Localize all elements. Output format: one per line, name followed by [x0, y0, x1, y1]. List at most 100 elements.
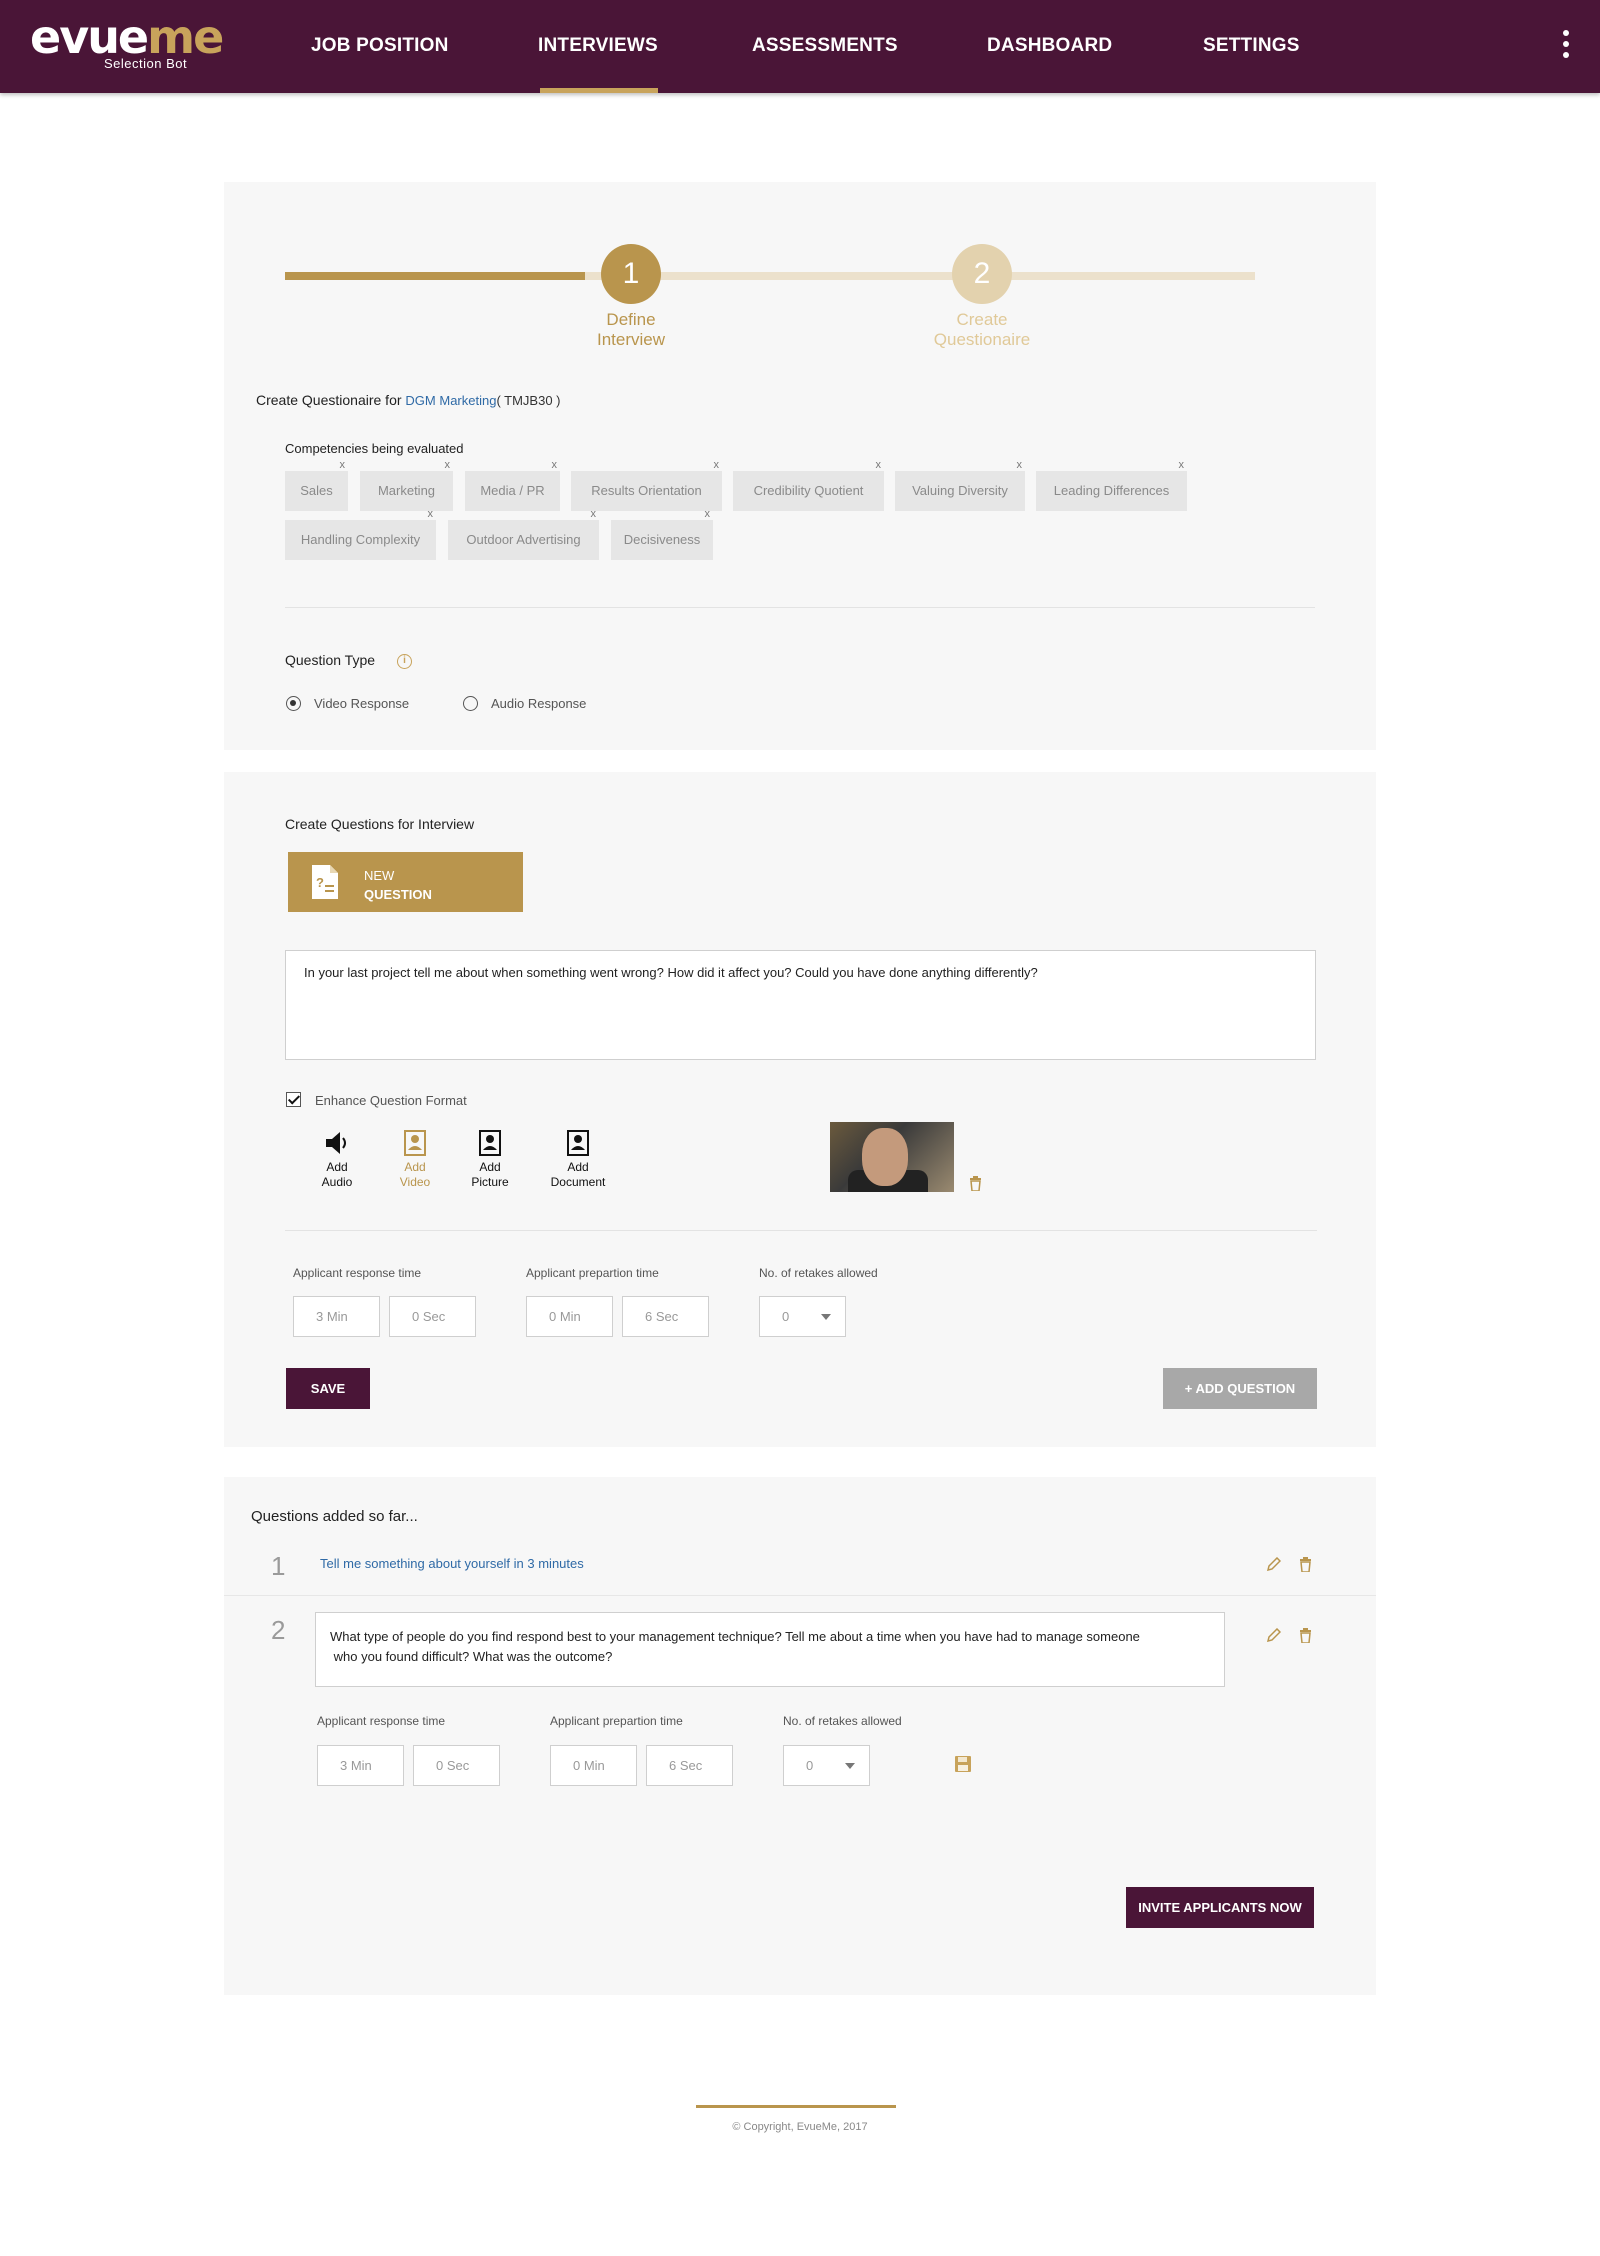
response-time-label: Applicant response time — [293, 1266, 422, 1280]
delete-icon[interactable] — [1299, 1628, 1312, 1643]
prep-seconds-input[interactable]: 6 Sec — [622, 1296, 709, 1337]
edit-icon[interactable] — [1267, 1557, 1281, 1571]
edit-icon[interactable] — [1267, 1628, 1281, 1642]
remove-tag-icon[interactable]: x — [705, 507, 711, 521]
remove-tag-icon[interactable]: x — [876, 458, 882, 472]
stepper-remaining-line — [585, 272, 1255, 280]
logo-subtitle: Selection Bot — [104, 56, 188, 71]
competency-tag[interactable]: Results Orientation x — [571, 459, 722, 511]
create-questions-title: Create Questions for Interview — [285, 816, 475, 832]
question-type-label: Question Type — [285, 652, 376, 668]
added-questions-title: Questions added so far... — [251, 1508, 418, 1525]
nav-dashboard[interactable]: DASHBOARD — [987, 0, 1112, 93]
section-divider — [285, 607, 1315, 608]
retakes-label: No. of retakes allowed — [783, 1714, 902, 1728]
add-document-button[interactable]: Add Document — [542, 1130, 614, 1190]
remove-tag-icon[interactable]: x — [428, 507, 434, 521]
question-textarea[interactable]: In your last project tell me about when … — [285, 950, 1316, 1060]
remove-tag-icon[interactable]: x — [714, 458, 720, 472]
create-questions-panel: Create Questions for Interview ? NEW QUE… — [224, 772, 1376, 1447]
step-1-circle[interactable]: 1 — [601, 244, 661, 304]
question-document-icon: ? — [312, 865, 338, 899]
question-number: 2 — [271, 1615, 286, 1645]
add-picture-button[interactable]: Add Picture — [462, 1130, 518, 1190]
evueme-logo[interactable]: evueme Selection Bot — [30, 10, 224, 74]
step-2-label[interactable]: Create Questionaire — [902, 310, 1062, 350]
company-link[interactable]: DGM Marketing — [405, 393, 496, 408]
enhance-format-checkbox[interactable] — [286, 1092, 301, 1107]
video-contact-icon — [404, 1130, 426, 1156]
chevron-down-icon — [821, 1314, 831, 1320]
competency-tag[interactable]: Outdoor Advertising x — [448, 508, 599, 560]
footer-divider — [696, 2105, 896, 2108]
add-audio-button[interactable]: Add Audio — [312, 1130, 362, 1190]
document-contact-icon — [567, 1130, 589, 1156]
retakes-select[interactable]: 0 — [783, 1745, 870, 1786]
remove-tag-icon[interactable]: x — [340, 458, 346, 472]
delete-media-icon[interactable] — [969, 1176, 982, 1191]
competency-tag[interactable]: Sales x — [285, 459, 348, 511]
remove-tag-icon[interactable]: x — [445, 458, 451, 472]
nav-interviews[interactable]: INTERVIEWS — [538, 0, 658, 93]
response-minutes-input[interactable]: 3 Min — [293, 1296, 380, 1337]
remove-tag-icon[interactable]: x — [591, 507, 597, 521]
step-1-label[interactable]: Define Interview — [551, 310, 711, 350]
questionnaire-heading: Create Questionaire for DGM Marketing( T… — [256, 392, 561, 408]
nav-job-position[interactable]: JOB POSITION — [311, 0, 449, 93]
competency-tag[interactable]: Handling Complexity x — [285, 508, 436, 560]
competency-tag[interactable]: Valuing Diversity x — [895, 459, 1025, 511]
remove-tag-icon[interactable]: x — [1179, 458, 1185, 472]
define-interview-panel: 1 2 Define Interview Create Questionaire… — [224, 182, 1376, 750]
added-questions-panel: Questions added so far... 1 Tell me some… — [224, 1477, 1376, 1995]
add-video-button[interactable]: Add Video — [390, 1130, 440, 1190]
delete-icon[interactable] — [1299, 1557, 1312, 1572]
prep-seconds-input[interactable]: 6 Sec — [646, 1745, 733, 1786]
audio-response-label[interactable]: Audio Response — [491, 696, 586, 711]
prep-time-label: Applicant prepartion time — [526, 1266, 659, 1280]
info-icon[interactable]: i — [397, 654, 412, 669]
competency-tag[interactable]: Marketing x — [360, 459, 453, 511]
nav-settings[interactable]: SETTINGS — [1203, 0, 1300, 93]
copyright-text: © Copyright, EvueMe, 2017 — [732, 2121, 868, 2133]
invite-applicants-button[interactable]: INVITE APPLICANTS NOW — [1126, 1887, 1314, 1928]
nav-assessments[interactable]: ASSESSMENTS — [752, 0, 898, 93]
prep-minutes-input[interactable]: 0 Min — [526, 1296, 613, 1337]
step-2-circle[interactable]: 2 — [952, 244, 1012, 304]
competency-tag[interactable]: Credibility Quotient x — [733, 459, 884, 511]
top-navbar: evueme Selection Bot JOB POSITION INTERV… — [0, 0, 1600, 93]
response-seconds-input[interactable]: 0 Sec — [413, 1745, 500, 1786]
question-1-text[interactable]: Tell me something about yourself in 3 mi… — [320, 1556, 584, 1571]
remove-tag-icon[interactable]: x — [1017, 458, 1023, 472]
audio-response-radio[interactable] — [463, 696, 478, 711]
response-minutes-input[interactable]: 3 Min — [317, 1745, 404, 1786]
prep-minutes-input[interactable]: 0 Min — [550, 1745, 637, 1786]
section-divider — [285, 1230, 1317, 1231]
svg-text:?: ? — [316, 875, 324, 890]
question-number: 1 — [271, 1551, 286, 1581]
speaker-icon — [326, 1132, 346, 1154]
new-question-line1: NEW — [364, 868, 395, 883]
video-response-radio[interactable] — [286, 696, 301, 711]
response-seconds-input[interactable]: 0 Sec — [389, 1296, 476, 1337]
retakes-select[interactable]: 0 — [759, 1296, 846, 1337]
competency-tag[interactable]: Decisiveness x — [611, 508, 713, 560]
new-question-line2: QUESTION — [364, 887, 432, 902]
competency-tag[interactable]: Leading Differences x — [1036, 459, 1187, 511]
remove-tag-icon[interactable]: x — [552, 458, 558, 472]
competencies-title: Competencies being evaluated — [285, 441, 464, 456]
competency-tag[interactable]: Media / PR x — [465, 459, 560, 511]
more-menu-icon[interactable] — [1560, 30, 1572, 64]
job-code: ( TMJB30 ) — [496, 393, 561, 408]
question-separator — [224, 1595, 1376, 1596]
new-question-button[interactable]: ? NEW QUESTION — [288, 852, 523, 912]
enhance-format-label[interactable]: Enhance Question Format — [315, 1093, 467, 1108]
picture-contact-icon — [479, 1130, 501, 1156]
video-response-label[interactable]: Video Response — [314, 696, 409, 711]
question-2-textarea[interactable]: What type of people do you find respond … — [315, 1612, 1225, 1687]
add-question-button[interactable]: + ADD QUESTION — [1163, 1368, 1317, 1409]
video-thumbnail[interactable] — [830, 1122, 954, 1192]
prep-time-label: Applicant prepartion time — [550, 1714, 683, 1728]
chevron-down-icon — [845, 1763, 855, 1769]
save-button[interactable]: SAVE — [286, 1368, 370, 1409]
save-floppy-icon[interactable] — [954, 1755, 972, 1773]
